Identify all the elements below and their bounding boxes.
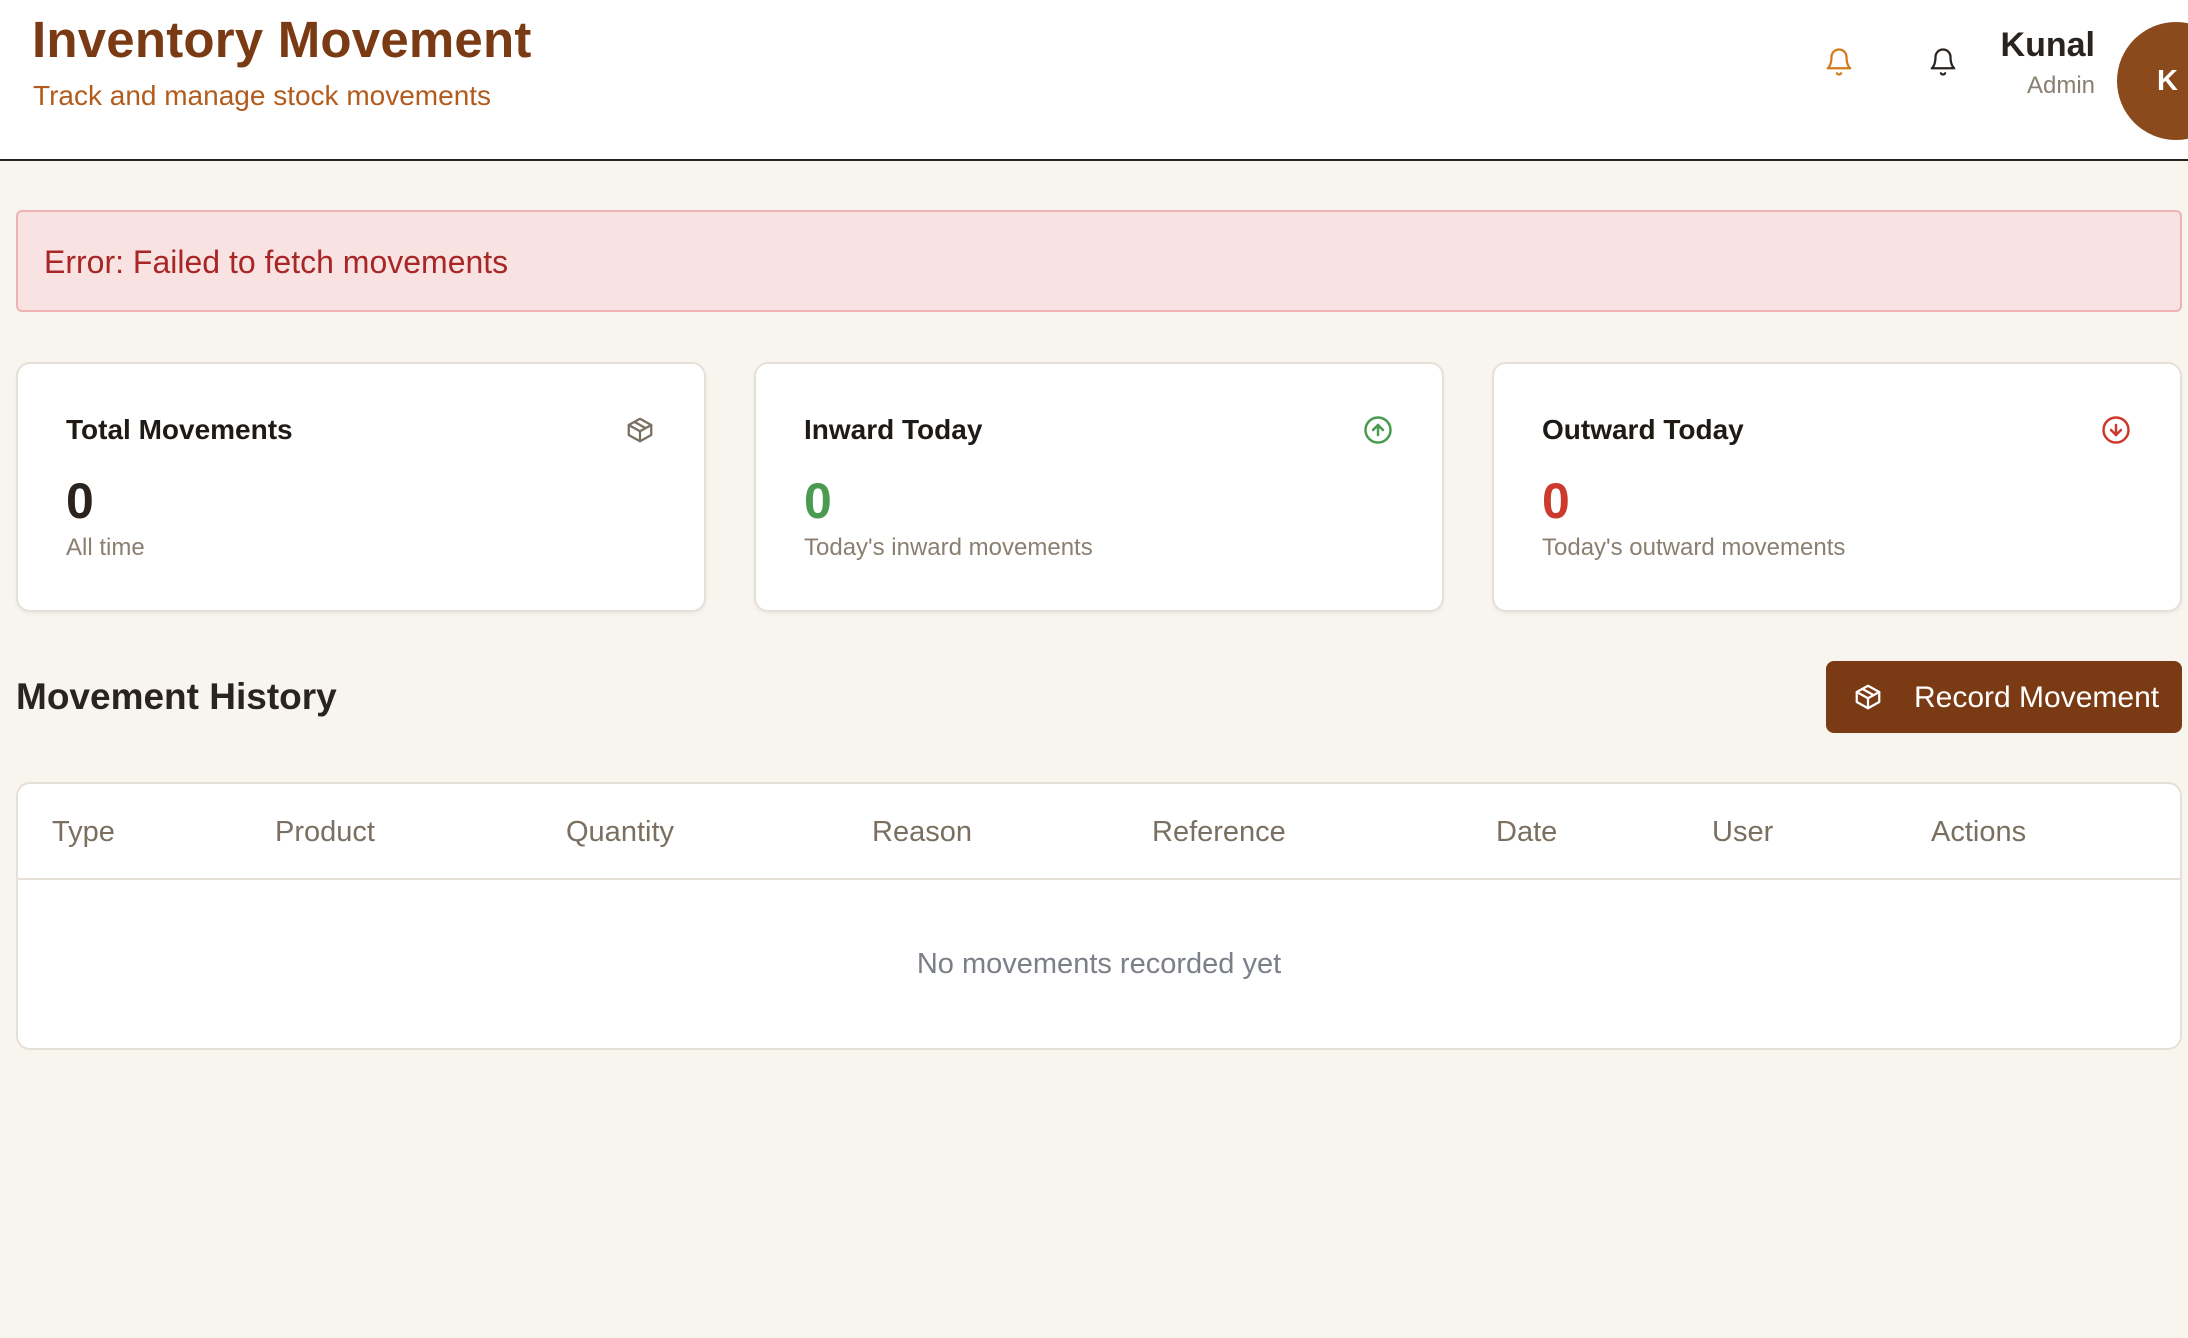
column-header-type[interactable]: Type xyxy=(52,816,115,849)
user-role: Admin xyxy=(2026,72,2095,99)
package-icon xyxy=(1852,681,1884,713)
record-movement-button[interactable]: Record Movement xyxy=(1826,661,2182,733)
stat-card-description: Today's inward movements xyxy=(804,534,1093,561)
column-header-reason[interactable]: Reason xyxy=(872,816,972,849)
avatar-initial: K xyxy=(2157,64,2178,97)
page-title: Inventory Movement xyxy=(32,11,532,68)
arrow-down-circle-icon xyxy=(2100,414,2132,446)
stat-card-title: Outward Today xyxy=(1542,414,1744,445)
error-message: Error: Failed to fetch movements xyxy=(44,244,509,280)
stat-card-value: 0 xyxy=(804,473,832,529)
record-movement-label: Record Movement xyxy=(1914,681,2160,714)
stat-card-total-movements: Total Movements 0 All time xyxy=(16,362,706,612)
stat-card-value: 0 xyxy=(1542,473,1570,529)
section-title: Movement History xyxy=(16,676,337,717)
package-icon xyxy=(624,414,656,446)
column-header-actions: Actions xyxy=(1931,816,2027,848)
alerts-bell-icon[interactable] xyxy=(1925,44,1961,80)
stat-card-inward-today: Inward Today 0 Today's inward movements xyxy=(754,362,1444,612)
stat-card-description: All time xyxy=(66,534,145,561)
column-header-reference[interactable]: Reference xyxy=(1152,816,1286,849)
column-header-date[interactable]: Date xyxy=(1496,816,1557,849)
column-header-quantity[interactable]: Quantity xyxy=(566,816,674,849)
stat-card-outward-today: Outward Today 0 Today's outward movement… xyxy=(1492,362,2182,612)
column-header-product[interactable]: Product xyxy=(275,816,375,849)
empty-state-message: No movements recorded yet xyxy=(916,947,1282,980)
table-empty-state: No movements recorded yet xyxy=(18,882,2180,1052)
error-banner: Error: Failed to fetch movements xyxy=(16,210,2182,312)
column-header-user[interactable]: User xyxy=(1712,816,1773,849)
top-header: Inventory Movement Track and manage stoc… xyxy=(0,0,2188,161)
stat-card-description: Today's outward movements xyxy=(1542,534,1846,561)
avatar[interactable]: K xyxy=(2117,22,2188,140)
page-subtitle: Track and manage stock movements xyxy=(33,80,492,111)
stat-card-title: Inward Today xyxy=(804,414,983,445)
notifications-bell-icon[interactable] xyxy=(1821,44,1857,80)
stat-card-value: 0 xyxy=(66,473,94,529)
table-header-row: Type Product Quantity Reason Reference D… xyxy=(18,784,2180,880)
movement-history-table: Type Product Quantity Reason Reference D… xyxy=(16,782,2182,1050)
stat-card-title: Total Movements xyxy=(66,414,293,445)
arrow-up-circle-icon xyxy=(1362,414,1394,446)
user-name: Kunal xyxy=(2000,26,2095,64)
